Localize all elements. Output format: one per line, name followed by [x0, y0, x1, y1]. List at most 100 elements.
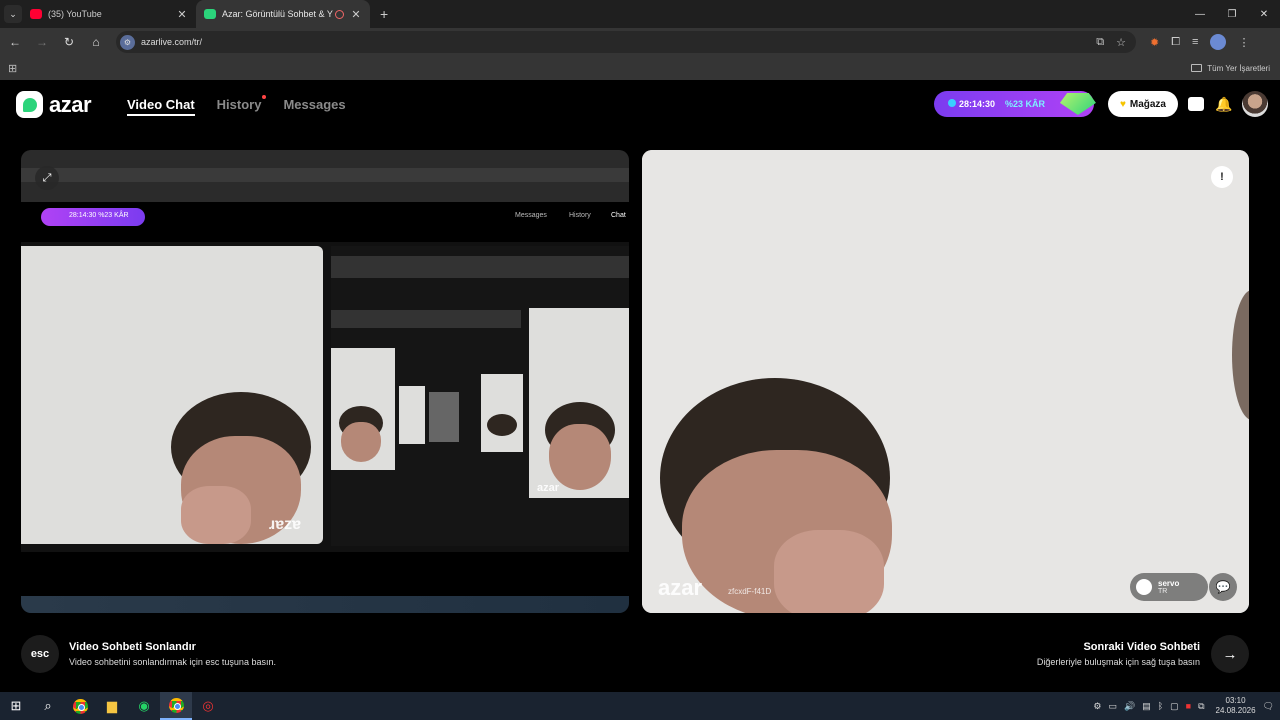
report-button[interactable]: ! — [1211, 166, 1233, 188]
system-tray: ⚙ ▭ 🔊 ▤ ᛒ ▢ ■ ⧉ 03:10 24.08.2026 🗨 — [1093, 696, 1280, 716]
next-chat-arrow-icon[interactable]: → — [1211, 635, 1249, 673]
tray-alert-icon[interactable]: ■ — [1186, 701, 1191, 711]
tab-azar[interactable]: Azar: Görüntülü Sohbet & Y ✕ — [196, 0, 370, 28]
self-video-panel: 28:14:30 %23 KÂR Messages History Chat ɹ… — [21, 150, 629, 613]
home-icon[interactable]: ⌂ — [84, 30, 108, 54]
self-camera-feed: ɹɐzɐ — [21, 246, 323, 544]
azar-watermark: azar — [537, 482, 560, 494]
clock-icon — [947, 99, 956, 107]
bell-icon[interactable]: 🔔 — [1214, 94, 1234, 114]
azar-page: azar Video Chat History Messages 28:14:3… — [0, 80, 1280, 692]
mirrored-promo-text: 28:14:30 %23 KÂR — [69, 212, 129, 219]
chat-bubble-icon[interactable]: 💬 — [1209, 573, 1237, 601]
end-chat-desc: Video sohbetini sonlandırmak için esc tu… — [69, 657, 276, 667]
azar-logo-icon — [16, 91, 43, 118]
all-bookmarks-label: Tüm Yer İşaretleri — [1207, 63, 1270, 73]
mirrored-taskbar — [21, 596, 629, 613]
close-tab-icon[interactable]: ✕ — [176, 8, 188, 21]
exit-fullscreen-icon[interactable]: ⤢ — [35, 166, 59, 190]
file-explorer-icon[interactable]: ▆ — [96, 692, 128, 720]
tab-strip-icon[interactable]: ≡ — [1192, 36, 1198, 48]
user-avatar[interactable] — [1242, 91, 1268, 117]
mirrored-nav-messages: Messages — [515, 212, 547, 219]
whatsapp-icon[interactable]: ◉ — [128, 692, 160, 720]
notification-dot — [262, 95, 267, 99]
forward-icon[interactable]: → — [30, 30, 54, 54]
nav-history-label: History — [216, 97, 262, 112]
user-icon — [1136, 579, 1152, 595]
clock[interactable]: 03:10 24.08.2026 — [1216, 696, 1256, 716]
clock-time: 03:10 — [1225, 696, 1246, 705]
header-actions: 28:14:30 %23 KÂR ♥ Mağaza 🔔 — [933, 91, 1268, 117]
window-controls: — ❐ ✕ — [1184, 0, 1280, 28]
close-tab-icon[interactable]: ✕ — [350, 8, 362, 21]
recorder-icon[interactable]: ◎ — [192, 692, 224, 720]
network-icon[interactable]: ▤ — [1142, 701, 1151, 712]
mirrored-nav-history: History — [569, 212, 591, 219]
partner-profile-chip[interactable]: servo TR — [1130, 573, 1208, 601]
notifications-icon[interactable]: 🗨 — [1263, 701, 1274, 712]
partner-camera-feed — [642, 150, 1249, 613]
promo-timer: 28:14:30 — [958, 99, 995, 109]
site-info-icon[interactable]: ⚙ — [120, 34, 135, 50]
mirrored-bottom-bar — [21, 552, 629, 600]
new-tab-button[interactable]: + — [380, 6, 388, 22]
azar-logo[interactable]: azar — [16, 91, 92, 118]
tab-youtube[interactable]: (35) YouTube ✕ — [22, 0, 196, 28]
url-text: azarlive.com/tr/ — [141, 37, 203, 47]
minimize-icon[interactable]: — — [1184, 0, 1216, 28]
windows-taskbar: ⊞ ⌕ ▆ ◉ ◎ ⚙ ▭ 🔊 ▤ ᛒ ▢ ■ ⧉ 03:10 24.08.20… — [0, 692, 1280, 720]
gem-icon — [1059, 93, 1096, 115]
volume-icon[interactable]: 🔊 — [1124, 701, 1135, 712]
extension-icon[interactable]: ✹ — [1150, 36, 1159, 49]
apps-grid-icon[interactable]: ⊞ — [8, 62, 17, 75]
browser-tab-bar: ⌄ (35) YouTube ✕ Azar: Görüntülü Sohbet … — [0, 0, 1280, 28]
main-nav: Video Chat History Messages — [127, 95, 346, 116]
nav-video-chat[interactable]: Video Chat — [127, 97, 195, 116]
windows-start-icon[interactable]: ⊞ — [0, 692, 32, 720]
promo-banner[interactable]: 28:14:30 %23 KÂR — [933, 91, 1096, 117]
profile-avatar-icon[interactable] — [1210, 34, 1227, 50]
chrome-active-icon[interactable] — [160, 692, 192, 720]
tray-copy-icon[interactable]: ⧉ — [1198, 701, 1204, 712]
nested-mirror-feed: azar — [331, 246, 629, 546]
tray-app-icon[interactable]: ⚙ — [1093, 701, 1101, 712]
gem-heart-icon: ♥ — [1119, 98, 1126, 110]
promo-discount: %23 KÂR — [1004, 99, 1045, 109]
browser-toolbar: ← → ↻ ⌂ ⚙ azarlive.com/tr/ ⧉ ☆ ✹ ⧠ ≡ ⋮ — [0, 28, 1280, 56]
bookmarks-bar: ⊞ Tüm Yer İşaretleri — [0, 56, 1280, 80]
menu-kebab-icon[interactable]: ⋮ — [1238, 36, 1249, 49]
partner-video-panel: ! azar zfcxdF-f41D servo TR 💬 — [642, 150, 1249, 613]
folder-icon — [1191, 64, 1203, 72]
tray-bluetooth-icon[interactable]: ᛒ — [1158, 701, 1163, 711]
back-icon[interactable]: ← — [3, 30, 27, 54]
partner-id: zfcxdF-f41D — [728, 587, 772, 596]
end-chat-button[interactable]: esc — [21, 635, 59, 673]
reload-icon[interactable]: ↻ — [57, 30, 81, 54]
install-app-icon[interactable]: ⧉ — [1096, 36, 1104, 49]
address-bar[interactable]: ⚙ azarlive.com/tr/ ⧉ ☆ — [116, 31, 1136, 53]
recording-icon — [335, 9, 344, 19]
close-window-icon[interactable]: ✕ — [1248, 0, 1280, 28]
azar-favicon-icon — [204, 9, 216, 19]
store-label: Mağaza — [1129, 98, 1166, 110]
nav-history[interactable]: History — [216, 95, 267, 112]
inbox-icon[interactable] — [1186, 94, 1206, 114]
azar-watermark: azar — [658, 575, 703, 600]
bookmark-star-icon[interactable]: ☆ — [1116, 36, 1126, 49]
youtube-icon — [30, 9, 42, 19]
nav-messages[interactable]: Messages — [283, 97, 345, 112]
chrome-icon[interactable] — [64, 692, 96, 720]
tab-search-button[interactable]: ⌄ — [4, 5, 22, 23]
tab-title: (35) YouTube — [48, 9, 102, 19]
end-chat-title: Video Sohbeti Sonlandır — [69, 641, 196, 653]
tray-drive-icon[interactable]: ▭ — [1108, 701, 1117, 712]
next-chat-desc: Diğerleriyle buluşmak için sağ tuşa bası… — [1036, 657, 1200, 667]
all-bookmarks-button[interactable]: Tüm Yer İşaretleri — [1191, 64, 1270, 73]
clock-date: 24.08.2026 — [1215, 706, 1256, 715]
extensions-puzzle-icon[interactable]: ⧠ — [1171, 36, 1180, 49]
search-icon[interactable]: ⌕ — [32, 692, 64, 720]
restore-icon[interactable]: ❐ — [1216, 0, 1248, 28]
tray-display-icon[interactable]: ▢ — [1170, 701, 1179, 712]
store-button[interactable]: ♥ Mağaza — [1107, 91, 1178, 117]
